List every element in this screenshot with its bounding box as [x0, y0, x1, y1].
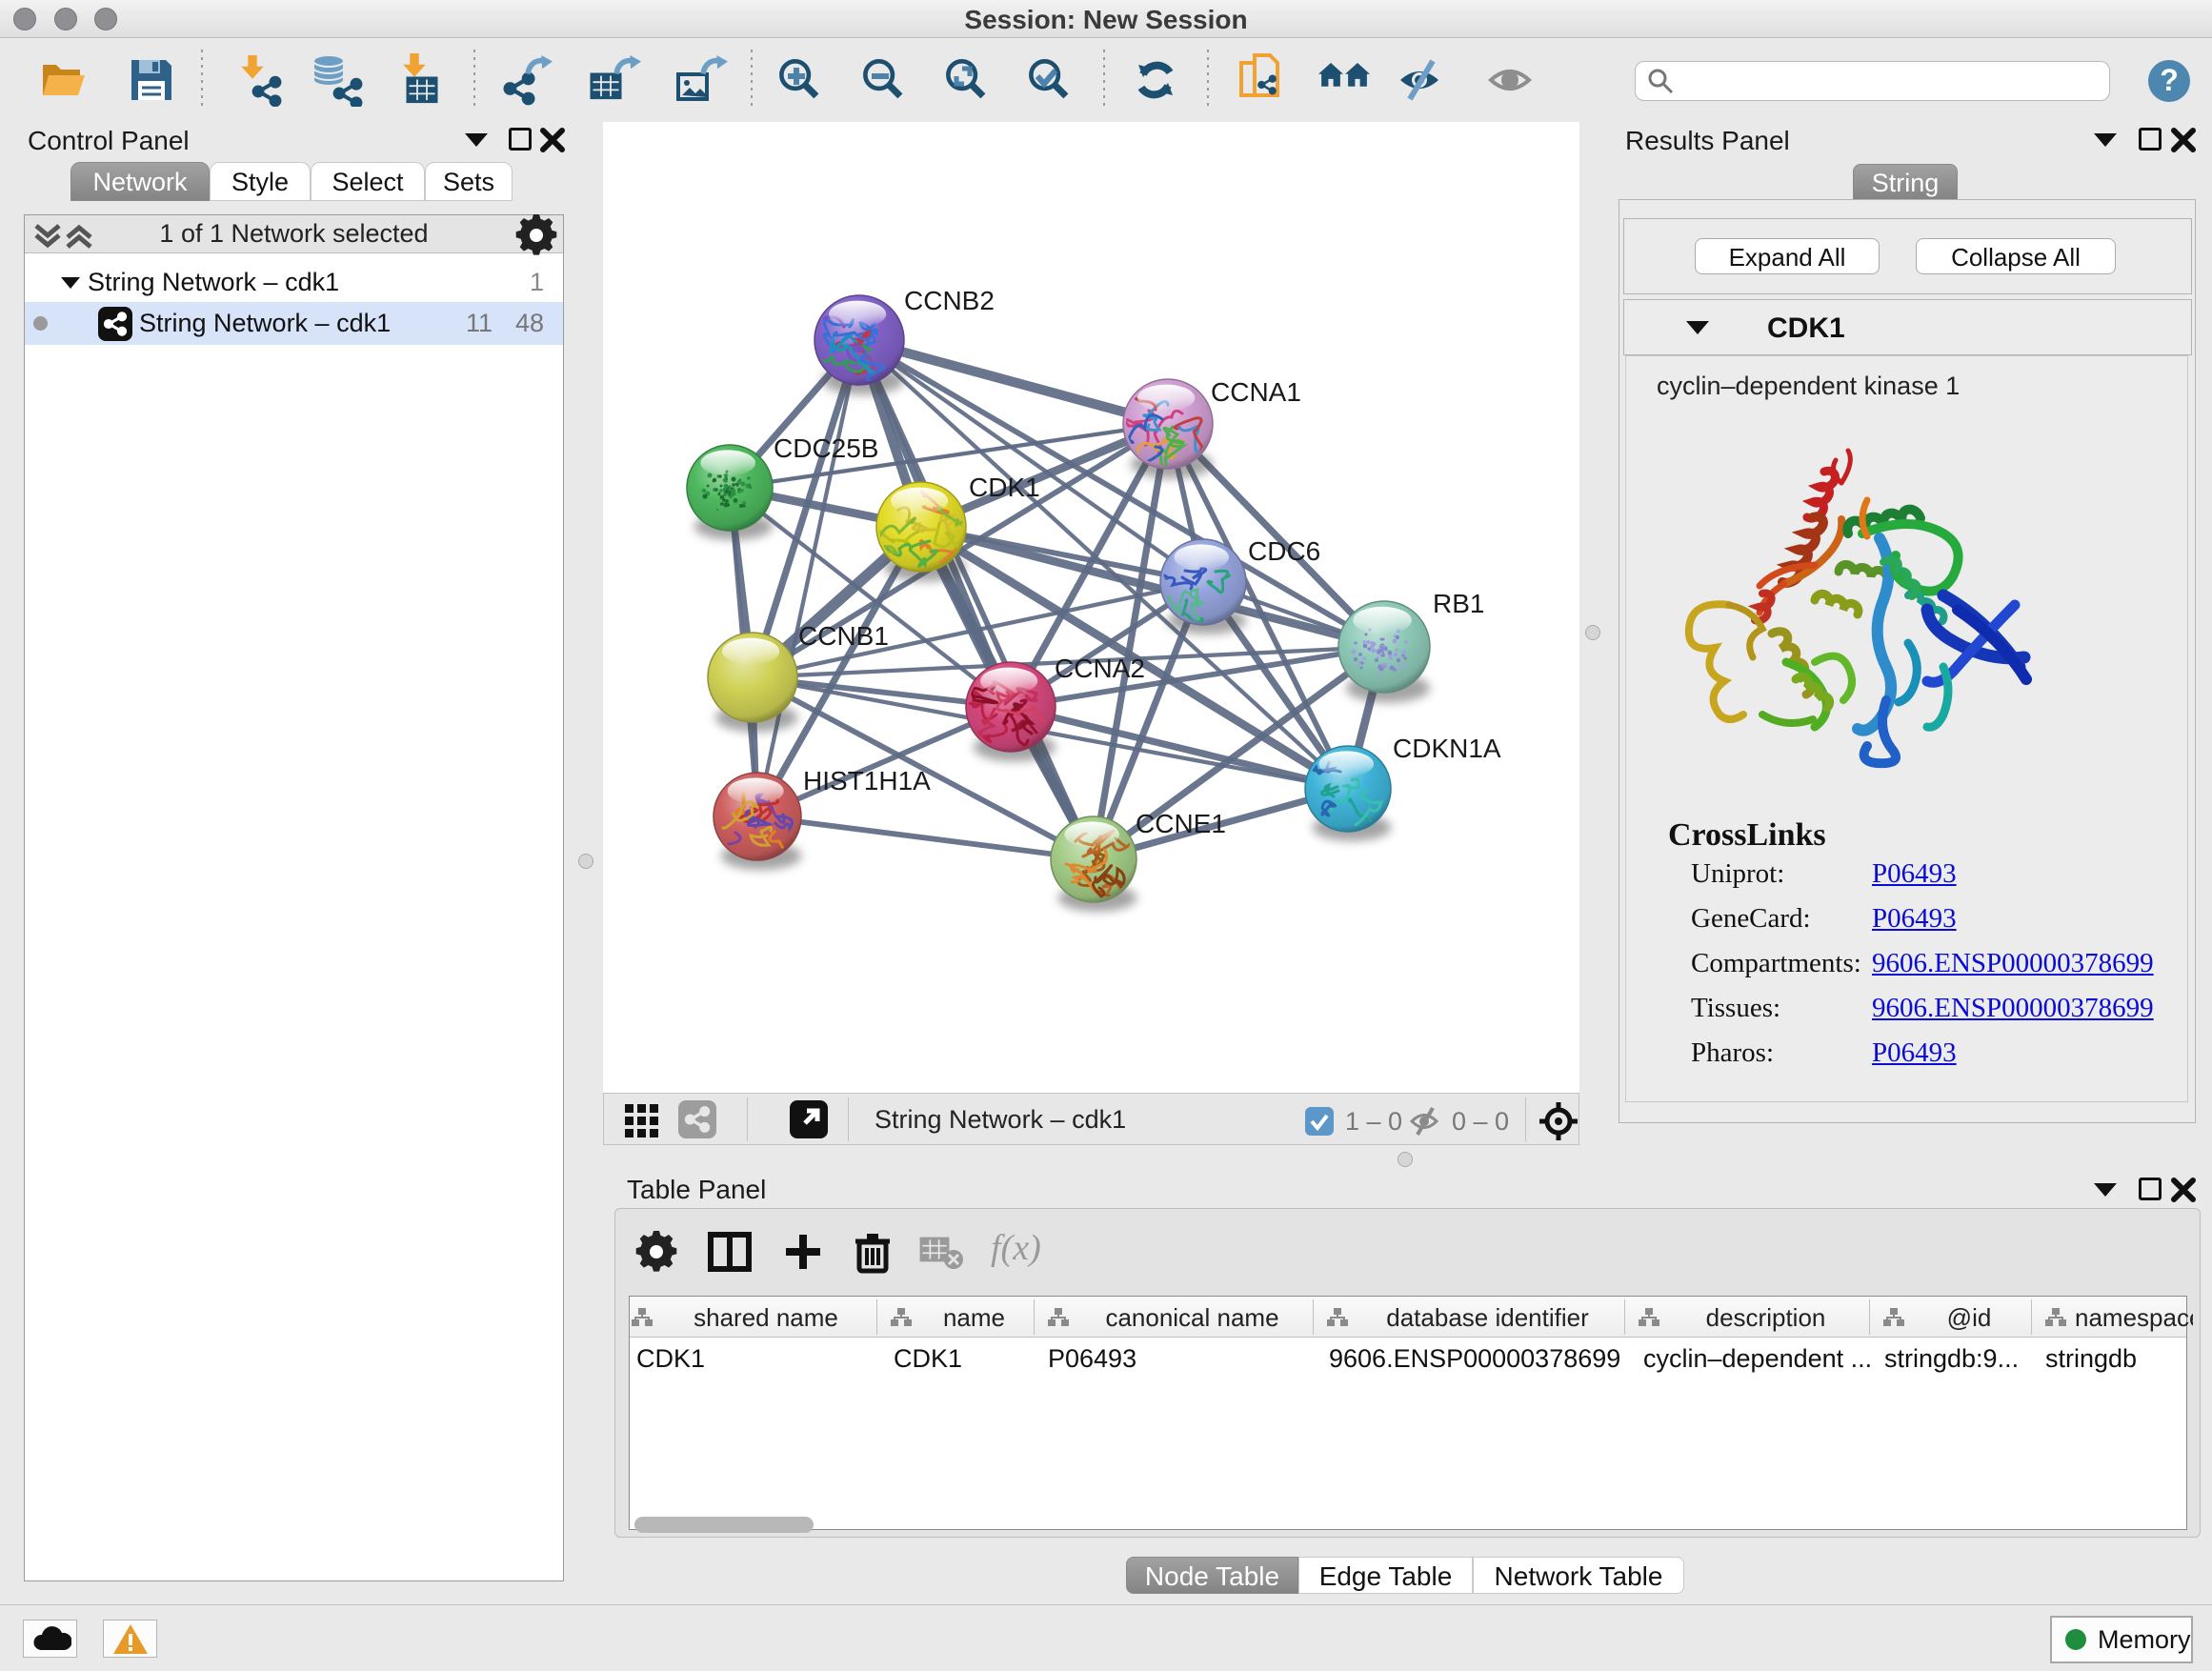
svg-text:CCNA2: CCNA2	[1055, 654, 1145, 683]
svg-text:CCNE1: CCNE1	[1136, 809, 1226, 838]
svg-text:HIST1H1A: HIST1H1A	[803, 766, 931, 795]
svg-text:CDC6: CDC6	[1248, 536, 1320, 566]
svg-text:CDC25B: CDC25B	[774, 433, 878, 463]
svg-text:CCNA1: CCNA1	[1211, 377, 1301, 407]
svg-text:?: ?	[2160, 63, 2179, 97]
svg-text:RB1: RB1	[1433, 589, 1484, 618]
svg-text:CDK1: CDK1	[969, 473, 1040, 502]
svg-text:CDKN1A: CDKN1A	[1393, 734, 1501, 763]
svg-text:CCNB2: CCNB2	[904, 286, 995, 315]
svg-text:CCNB1: CCNB1	[798, 621, 889, 651]
